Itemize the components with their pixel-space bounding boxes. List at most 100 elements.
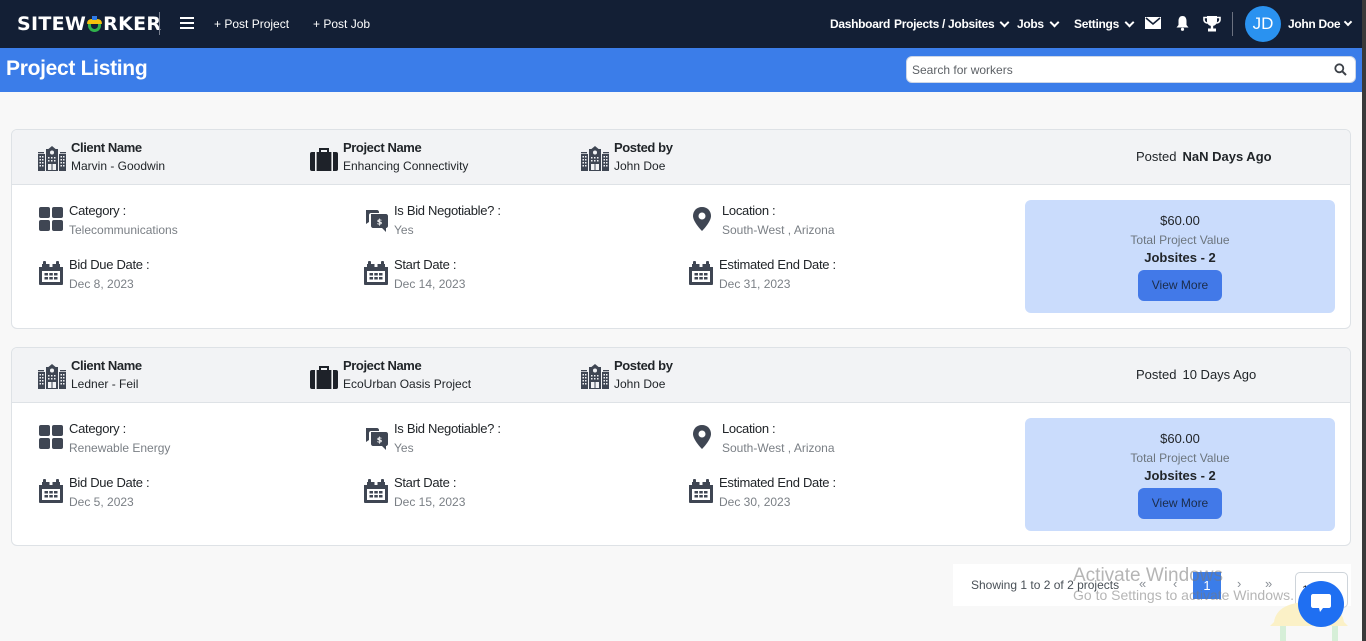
briefcase-icon: [309, 361, 339, 391]
category-value: Telecommunications: [69, 223, 178, 237]
bid-due-date-value: Dec 8, 2023: [69, 277, 134, 291]
est-end-date-value: Dec 31, 2023: [719, 277, 791, 291]
posted-ago: Posted NaN Days Ago: [1136, 149, 1272, 164]
location-label: Location :: [722, 421, 776, 436]
view-more-button[interactable]: View More: [1138, 488, 1222, 519]
nav-projects-label: Projects / Jobsites: [894, 17, 995, 31]
nav-divider: [159, 12, 160, 35]
trophy-icon[interactable]: [1203, 15, 1221, 32]
project-value-caption: Total Project Value: [1130, 451, 1230, 465]
grid-icon: [38, 206, 64, 232]
start-date-value: Dec 14, 2023: [394, 277, 466, 291]
hamburger-menu-icon[interactable]: [180, 17, 194, 29]
building-icon: [37, 143, 67, 173]
nav-projects-jobsites[interactable]: Projects / Jobsites: [894, 17, 1010, 31]
project-card-body: Category : Telecommunications Is Bid Nego…: [12, 185, 1350, 328]
project-value-amount: $60.00: [1160, 431, 1200, 446]
briefcase-icon: [309, 143, 339, 173]
first-page-button[interactable]: «: [1139, 576, 1146, 591]
posted-by-label: Posted by: [614, 358, 673, 373]
bell-icon[interactable]: [1176, 15, 1189, 31]
est-end-date-value: Dec 30, 2023: [719, 495, 791, 509]
user-name: John Doe: [1288, 17, 1341, 31]
chevron-down-icon: [1124, 17, 1135, 27]
nav-jobs[interactable]: Jobs: [1017, 17, 1060, 31]
chevron-down-icon: [1344, 17, 1353, 27]
project-value-box: $60.00 Total Project Value Jobsites - 2 …: [1025, 200, 1335, 313]
project-card-header: Client Name Marvin - Goodwin Project Name…: [12, 130, 1350, 185]
calendar-icon: [363, 260, 389, 286]
client-name-value: Ledner - Feil: [71, 377, 139, 391]
project-name-value: Enhancing Connectivity: [343, 159, 469, 173]
page-header: Project Listing: [0, 48, 1362, 92]
est-end-date-field: Estimated End Date : Dec 31, 2023: [688, 257, 836, 291]
next-page-button[interactable]: ›: [1237, 576, 1241, 591]
building-icon: [37, 361, 67, 391]
start-date-label: Start Date :: [394, 257, 457, 272]
last-page-button[interactable]: »: [1265, 576, 1272, 591]
grid-icon: [38, 424, 64, 450]
category-value: Renewable Energy: [69, 441, 171, 455]
project-value-caption: Total Project Value: [1130, 233, 1230, 247]
chat-button[interactable]: [1298, 581, 1344, 627]
building-icon: [580, 361, 610, 391]
nav-settings[interactable]: Settings: [1074, 17, 1135, 31]
location-value: South-West , Arizona: [722, 223, 835, 237]
calendar-icon: [38, 478, 64, 504]
project-name-label: Project Name: [343, 358, 422, 373]
start-date-value: Dec 15, 2023: [394, 495, 466, 509]
bid-due-date-value: Dec 5, 2023: [69, 495, 134, 509]
jobsites-count: Jobsites - 2: [1144, 468, 1216, 483]
top-navbar: SITEW RKER + Post Project + Post Job Das…: [0, 0, 1362, 48]
page-title: Project Listing: [6, 57, 148, 80]
location-pin-icon: [689, 206, 715, 232]
worker-search: [906, 56, 1356, 83]
posted-ago-value: 10 Days Ago: [1182, 367, 1257, 382]
bid-negotiable-field: Is Bid Negotiable? : Yes: [363, 203, 501, 237]
bid-negotiable-label: Is Bid Negotiable? :: [394, 421, 501, 436]
start-date-label: Start Date :: [394, 475, 457, 490]
location-pin-icon: [689, 424, 715, 450]
bid-negotiable-value: Yes: [394, 441, 414, 455]
post-project-link[interactable]: + Post Project: [214, 17, 289, 31]
posted-by-value: John Doe: [614, 377, 666, 391]
page-scrollbar[interactable]: [1362, 0, 1366, 641]
user-menu[interactable]: John Doe: [1288, 17, 1353, 31]
post-job-link[interactable]: + Post Job: [313, 17, 370, 31]
scrollbar-thumb[interactable]: [1362, 0, 1366, 641]
search-input[interactable]: [907, 57, 1317, 82]
location-label: Location :: [722, 203, 776, 218]
bid-due-date-label: Bid Due Date :: [69, 475, 150, 490]
bid-negotiable-field: Is Bid Negotiable? : Yes: [363, 421, 501, 455]
project-card: Client Name Ledner - Feil Project Name Eco…: [11, 347, 1351, 546]
posted-by-label: Posted by: [614, 140, 673, 155]
calendar-icon: [688, 478, 714, 504]
pagination-info: Showing 1 to 2 of 2 projects: [971, 578, 1120, 592]
chat-bubble-icon: [1311, 594, 1331, 612]
sitewoker-logo[interactable]: SITEW RKER: [17, 13, 161, 35]
project-card-header: Client Name Ledner - Feil Project Name Eco…: [12, 348, 1350, 403]
project-value-box: $60.00 Total Project Value Jobsites - 2 …: [1025, 418, 1335, 531]
search-icon[interactable]: [1334, 63, 1347, 76]
location-field: Location : South-West , Arizona: [689, 421, 835, 455]
view-more-button[interactable]: View More: [1138, 270, 1222, 301]
user-avatar[interactable]: JD: [1245, 6, 1281, 42]
nav-jobs-label: Jobs: [1017, 17, 1044, 31]
chevron-down-icon: [999, 17, 1010, 27]
posted-ago-value: NaN Days Ago: [1182, 149, 1272, 164]
prev-page-button[interactable]: ‹: [1173, 576, 1177, 591]
start-date-field: Start Date : Dec 14, 2023: [363, 257, 465, 291]
bid-chat-dollar-icon: [363, 424, 389, 450]
project-card: Client Name Marvin - Goodwin Project Name…: [11, 129, 1351, 329]
est-end-date-label: Estimated End Date :: [719, 257, 836, 272]
page-1-button[interactable]: 1: [1193, 572, 1221, 599]
category-label: Category :: [69, 203, 126, 218]
posted-by-field: Posted by John Doe: [580, 140, 673, 173]
posted-label: Posted: [1136, 367, 1177, 382]
posted-label: Posted: [1136, 149, 1177, 164]
client-name-value: Marvin - Goodwin: [71, 159, 166, 173]
nav-dashboard[interactable]: Dashboard: [830, 17, 890, 31]
mail-icon[interactable]: [1145, 17, 1161, 29]
hard-hat-logo-icon: [87, 15, 103, 32]
bid-due-date-field: Bid Due Date : Dec 8, 2023: [38, 257, 150, 291]
